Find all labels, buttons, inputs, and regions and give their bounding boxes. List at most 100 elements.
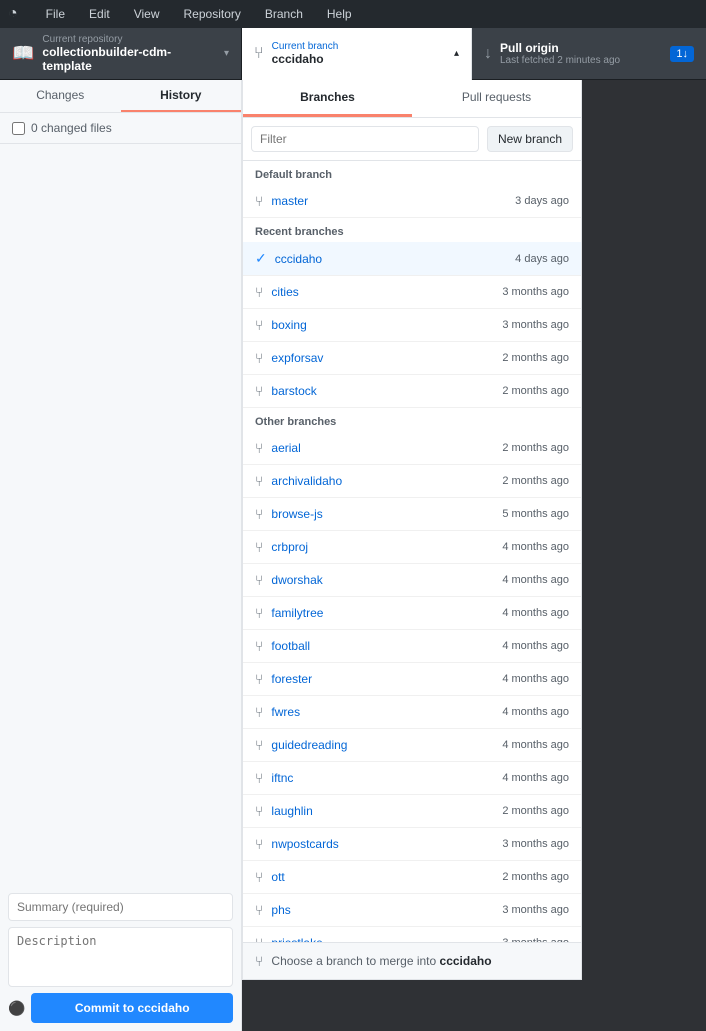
branch-row-icon: ⑂: [255, 539, 263, 555]
description-input[interactable]: [8, 927, 233, 987]
new-branch-button[interactable]: New branch: [487, 126, 573, 152]
branch-row-name: boxing: [271, 318, 494, 332]
branch-row-aerial[interactable]: ⑂ aerial 2 months ago: [243, 432, 581, 465]
branch-row-ott[interactable]: ⑂ ott 2 months ago: [243, 861, 581, 894]
filter-row: New branch: [243, 118, 581, 161]
sidebar: Changes History 0 changed files ⚫ Commit…: [0, 80, 242, 1031]
branch-row-time: 2 months ago: [502, 442, 569, 454]
branch-row-name: barstock: [271, 384, 494, 398]
branch-row-name: browse-js: [271, 507, 494, 521]
branch-row-name: archivalidaho: [271, 474, 494, 488]
menu-edit[interactable]: Edit: [85, 5, 114, 23]
main-area: Changes History 0 changed files ⚫ Commit…: [0, 80, 706, 1031]
tab-history[interactable]: History: [121, 80, 242, 112]
menu-bar: ◔ File Edit View Repository Branch Help: [0, 0, 706, 28]
sidebar-tabs: Changes History: [0, 80, 241, 113]
tab-branches[interactable]: Branches: [243, 80, 412, 117]
commit-button[interactable]: Commit to cccidaho: [31, 993, 233, 1023]
branch-row-icon: ⑂: [255, 902, 263, 918]
branch-row-name: aerial: [271, 441, 494, 455]
branch-icon: ⑂: [254, 45, 264, 63]
branch-row-name: football: [271, 639, 494, 653]
branch-row-barstock[interactable]: ⑂ barstock 2 months ago: [243, 375, 581, 408]
branch-row-laughlin[interactable]: ⑂ laughlin 2 months ago: [243, 795, 581, 828]
branch-row-icon: ⑂: [255, 350, 263, 366]
branch-row-icon: ⑂: [255, 284, 263, 300]
current-branch-name: cccidaho: [272, 52, 446, 66]
branch-dropdown: Branches Pull requests New branch Defaul…: [242, 80, 582, 980]
branch-row-crbproj[interactable]: ⑂ crbproj 4 months ago: [243, 531, 581, 564]
current-branch-label: Current branch: [272, 41, 446, 52]
branch-row-time: 2 months ago: [502, 385, 569, 397]
branch-row-name: crbproj: [271, 540, 494, 554]
branch-row-name: cccidaho: [275, 252, 507, 266]
branch-row-nwpostcards[interactable]: ⑂ nwpostcards 3 months ago: [243, 828, 581, 861]
branch-row-forester[interactable]: ⑂ forester 4 months ago: [243, 663, 581, 696]
branch-row-name: master: [271, 194, 507, 208]
pull-time: Last fetched 2 minutes ago: [500, 55, 662, 66]
other-branches-header: Other branches: [243, 408, 581, 432]
branch-row-browse-js[interactable]: ⑂ browse-js 5 months ago: [243, 498, 581, 531]
pull-info: Pull origin Last fetched 2 minutes ago: [500, 41, 662, 66]
branch-row-football[interactable]: ⑂ football 4 months ago: [243, 630, 581, 663]
branch-row-time: 4 months ago: [502, 607, 569, 619]
repo-label: Current repository: [42, 34, 216, 45]
branch-row-icon: ⑂: [255, 869, 263, 885]
summary-input[interactable]: [8, 893, 233, 921]
branch-row-expforsav[interactable]: ⑂ expforsav 2 months ago: [243, 342, 581, 375]
branch-row-time: 3 months ago: [502, 319, 569, 331]
pull-origin-section[interactable]: ↓ Pull origin Last fetched 2 minutes ago…: [472, 28, 706, 80]
branch-row-icon: ⑂: [255, 935, 263, 942]
branch-row-iftnc[interactable]: ⑂ iftnc 4 months ago: [243, 762, 581, 795]
dropdown-tabs: Branches Pull requests: [243, 80, 581, 118]
default-branch-header: Default branch: [243, 161, 581, 185]
menu-file[interactable]: File: [42, 5, 69, 23]
tab-changes[interactable]: Changes: [0, 80, 121, 112]
branch-row-time: 4 months ago: [502, 574, 569, 586]
menu-repository[interactable]: Repository: [180, 5, 245, 23]
branch-row-time: 2 months ago: [502, 805, 569, 817]
branch-row-icon: ⑂: [255, 737, 263, 753]
select-all-checkbox[interactable]: [12, 122, 25, 135]
branch-info: Current branch cccidaho: [272, 41, 446, 66]
menu-branch[interactable]: Branch: [261, 5, 307, 23]
branch-row-phs[interactable]: ⑂ phs 3 months ago: [243, 894, 581, 927]
branch-row-name: guidedreading: [271, 738, 494, 752]
branch-row-priestlake[interactable]: ⑂ priestlake 3 months ago: [243, 927, 581, 942]
check-icon: ✓: [255, 250, 267, 267]
recent-branches-header: Recent branches: [243, 218, 581, 242]
tab-pull-requests[interactable]: Pull requests: [412, 80, 581, 117]
merge-icon: ⑂: [255, 953, 263, 969]
branch-row-name: phs: [271, 903, 494, 917]
branch-row-archivalidaho[interactable]: ⑂ archivalidaho 2 months ago: [243, 465, 581, 498]
branch-row-cities[interactable]: ⑂ cities 3 months ago: [243, 276, 581, 309]
pull-label: Pull origin: [500, 41, 662, 55]
branch-row-cccidaho[interactable]: ✓ cccidaho 4 days ago: [243, 242, 581, 276]
branch-row-time: 4 months ago: [502, 706, 569, 718]
branch-row-icon: ⑂: [255, 704, 263, 720]
branch-row-icon: ⑂: [255, 193, 263, 209]
branch-row-boxing[interactable]: ⑂ boxing 3 months ago: [243, 309, 581, 342]
pull-badge: 1↓: [670, 46, 694, 62]
branch-row-name: cities: [271, 285, 494, 299]
branch-row-icon: ⑂: [255, 473, 263, 489]
branch-row-icon: ⑂: [255, 638, 263, 654]
menu-help[interactable]: Help: [323, 5, 356, 23]
branch-selector[interactable]: ⑂ Current branch cccidaho ▴: [242, 28, 472, 80]
branch-row-guidedreading[interactable]: ⑂ guidedreading 4 months ago: [243, 729, 581, 762]
branch-row-icon: ⑂: [255, 572, 263, 588]
branch-row-icon: ⑂: [255, 317, 263, 333]
branch-row-master[interactable]: ⑂ master 3 days ago: [243, 185, 581, 218]
branch-row-dworshak[interactable]: ⑂ dworshak 4 months ago: [243, 564, 581, 597]
branch-row-time: 2 months ago: [502, 475, 569, 487]
branch-row-icon: ⑂: [255, 836, 263, 852]
repo-selector[interactable]: 📖 Current repository collectionbuilder-c…: [0, 28, 242, 80]
branch-row-name: fwres: [271, 705, 494, 719]
branch-row-name: nwpostcards: [271, 837, 494, 851]
filter-input[interactable]: [251, 126, 479, 152]
branch-row-familytree[interactable]: ⑂ familytree 4 months ago: [243, 597, 581, 630]
branch-row-name: laughlin: [271, 804, 494, 818]
menu-view[interactable]: View: [130, 5, 164, 23]
branch-row-fwres[interactable]: ⑂ fwres 4 months ago: [243, 696, 581, 729]
repo-info: Current repository collectionbuilder-cdm…: [42, 34, 216, 73]
